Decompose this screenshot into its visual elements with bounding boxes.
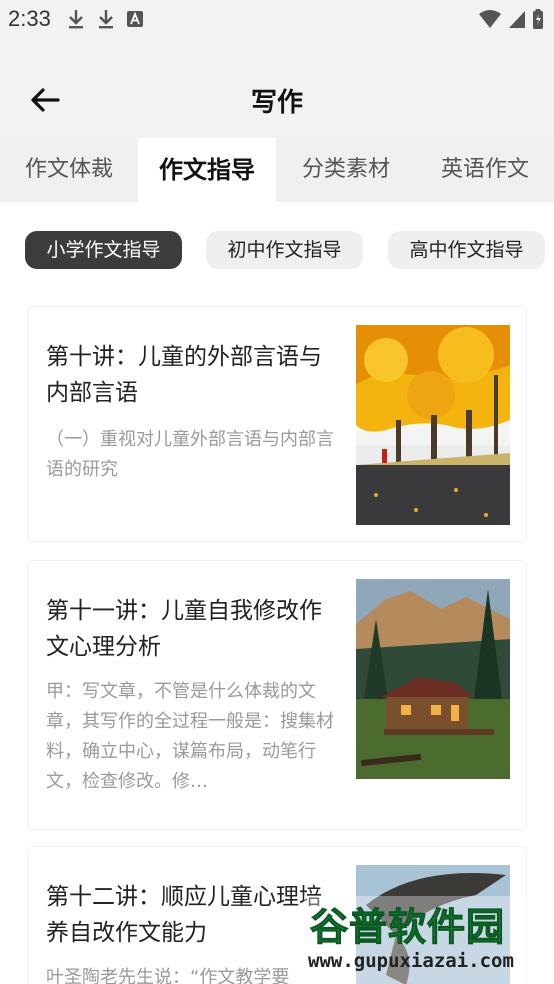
article-thumbnail <box>356 579 510 779</box>
tab-classified-material[interactable]: 分类素材 <box>276 138 416 202</box>
category-tabs: 作文体裁 作文指导 分类素材 英语作文 <box>0 138 554 202</box>
app-header: 写作 <box>0 40 554 138</box>
article-title: 第十一讲：儿童自我修改作文心理分析 <box>46 598 322 660</box>
article-summary: 甲：写文章，不管是什么体裁的文章，其写作的全过程一般是：搜集材料，确立中心，谋篇… <box>46 681 334 792</box>
battery-icon <box>533 9 543 29</box>
watermark: 谷普软件园 www.gupuxiazai.com <box>304 896 554 984</box>
status-time: 2:33 <box>8 6 51 31</box>
chip-junior-high[interactable]: 初中作文指导 <box>206 231 363 269</box>
tab-essay-genre[interactable]: 作文体裁 <box>0 138 138 202</box>
article-summary: 叶圣陶老先生说：“作文教学要 <box>46 967 290 984</box>
wifi-icon <box>479 10 501 28</box>
app-notification-icon <box>127 11 143 27</box>
content-area: 小学作文指导 初中作文指导 高中作文指导 第十讲：儿童的外部言语与内部言语 （一… <box>0 202 554 984</box>
article-card[interactable]: 第十一讲：儿童自我修改作文心理分析 甲：写文章，不管是什么体裁的文章，其写作的全… <box>27 560 527 830</box>
download-icon <box>99 10 113 29</box>
article-summary: （一）重视对儿童外部言语与内部言语的研究 <box>46 429 334 480</box>
article-title: 第十二讲：顺应儿童心理培养自改作文能力 <box>46 884 322 946</box>
page-title: 写作 <box>250 88 303 118</box>
download-icon <box>69 10 83 29</box>
article-card[interactable]: 第十讲：儿童的外部言语与内部言语 （一）重视对儿童外部言语与内部言语的研究 <box>27 306 527 542</box>
watermark-brand: 谷普软件园 <box>309 905 506 950</box>
tab-essay-guidance[interactable]: 作文指导 <box>138 138 276 202</box>
chip-primary-school[interactable]: 小学作文指导 <box>25 231 182 269</box>
article-title: 第十讲：儿童的外部言语与内部言语 <box>46 344 322 406</box>
status-bar: 2:33 <box>0 0 554 40</box>
tab-english-essay[interactable]: 英语作文 <box>416 138 554 202</box>
notification-icons <box>66 8 144 30</box>
signal-icon <box>509 11 525 28</box>
chip-senior-high[interactable]: 高中作文指导 <box>388 231 545 269</box>
article-thumbnail <box>356 325 510 525</box>
watermark-url: www.gupuxiazai.com <box>308 950 514 972</box>
system-icons <box>478 8 544 30</box>
